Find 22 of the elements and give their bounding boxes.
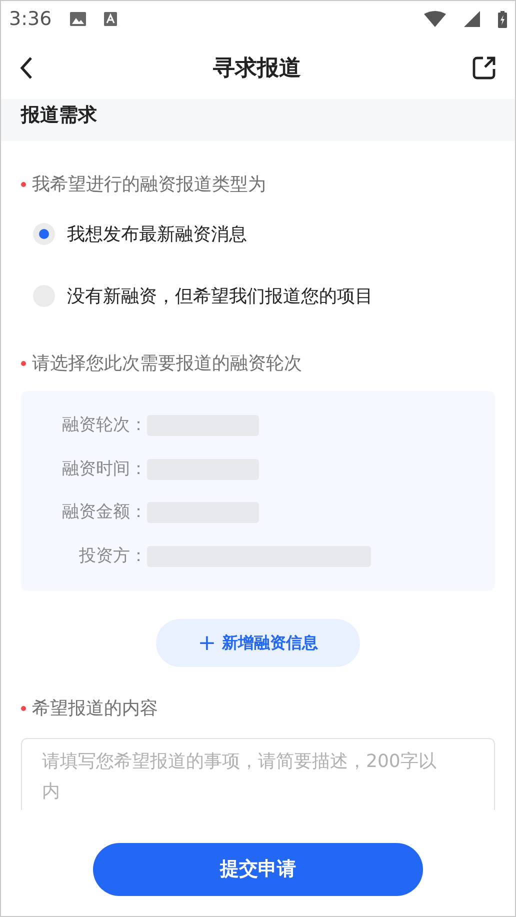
- share-icon: [471, 55, 497, 81]
- radio-option[interactable]: 没有新融资，但希望我们报道您的项目: [33, 276, 483, 316]
- page-title: 寻求报道: [213, 54, 301, 82]
- share-button[interactable]: [471, 55, 497, 81]
- image-icon: [70, 12, 86, 26]
- keyboard-icon: [104, 12, 117, 26]
- add-funding-button[interactable]: + 新增融资信息: [156, 619, 360, 667]
- wifi-icon: [424, 11, 446, 27]
- signal-icon: [464, 11, 480, 27]
- field-label: 投资方：: [78, 544, 147, 568]
- section-title: 报道需求: [21, 102, 97, 128]
- status-time: 3:36: [9, 6, 52, 32]
- question-label: 我希望进行的融资报道类型为: [32, 173, 266, 197]
- field-label: 融资轮次：: [61, 414, 147, 437]
- question-label: 希望报道的内容: [32, 697, 158, 721]
- field-label: 融资时间：: [61, 458, 147, 480]
- submit-button[interactable]: 提交申请: [93, 842, 423, 896]
- battery-icon: [498, 10, 507, 28]
- back-icon: [19, 56, 33, 80]
- radio-option[interactable]: 我想发布最新融资消息: [33, 214, 483, 254]
- field-label: 融资金额：: [61, 501, 147, 524]
- question-label: 请选择您此次需要报道的融资轮次: [32, 352, 302, 376]
